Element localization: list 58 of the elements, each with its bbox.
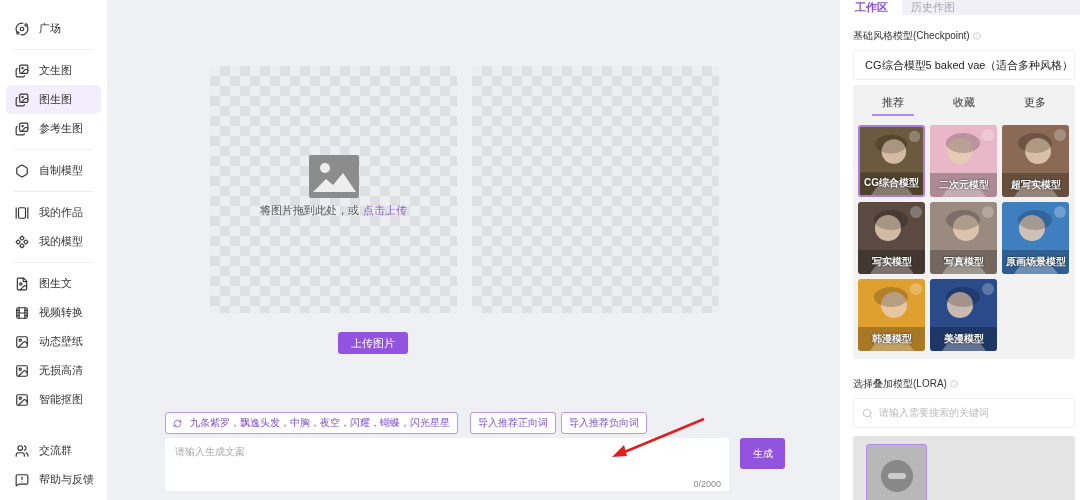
image-icon: [308, 155, 359, 198]
search-icon: [862, 407, 873, 419]
sidebar-item[interactable]: 图生图: [6, 85, 101, 114]
model-card[interactable]: 写真模型: [930, 202, 997, 274]
sidebar-item[interactable]: 自制模型: [6, 156, 101, 185]
upload-dropzone[interactable]: 将图片拖到此处，或 点击上传: [210, 66, 457, 313]
char-counter: 0/2000: [693, 479, 721, 489]
sidebar-item[interactable]: 无损高清: [6, 356, 101, 385]
model-card[interactable]: 原画场景模型: [1002, 202, 1069, 274]
upload-link[interactable]: 点击上传: [362, 204, 407, 216]
model-card[interactable]: 韩漫模型: [858, 279, 925, 351]
minus-circle-icon: [880, 460, 913, 492]
refresh-icon: [173, 418, 182, 428]
sidebar-item[interactable]: 广场: [6, 14, 101, 43]
model-card[interactable]: CG综合模型: [858, 125, 925, 197]
model-tab[interactable]: 推荐: [872, 91, 915, 116]
import-button[interactable]: 导入推荐正向词: [470, 412, 556, 434]
model-card[interactable]: 写实模型: [858, 202, 925, 274]
sidebar-item[interactable]: 视频转换: [6, 298, 101, 327]
sidebar-item[interactable]: 文生图: [6, 56, 101, 85]
planet-icon: [15, 21, 29, 36]
users-icon: [15, 443, 29, 458]
sidebar-item[interactable]: 智能抠图: [6, 385, 101, 414]
upload-button[interactable]: 上传图片: [337, 332, 408, 354]
feedback-icon: [15, 472, 29, 487]
image-file-icon: [15, 276, 29, 291]
image-icon: [15, 363, 29, 378]
model-card[interactable]: 美漫模型: [930, 279, 997, 351]
lora-card[interactable]: [866, 444, 927, 500]
images-icon: [15, 63, 29, 78]
model-tab[interactable]: 收藏: [943, 91, 985, 116]
panel-tab[interactable]: 工作区: [840, 0, 902, 15]
info-icon: [949, 380, 958, 388]
sidebar-item[interactable]: 帮助与反馈: [6, 465, 101, 494]
sidebar-item[interactable]: 图生文: [6, 269, 101, 298]
suggestion-chip[interactable]: 九条紫罗，飘逸头发，中胸，夜空，闪耀，蝴蝶，闪光星星: [165, 412, 458, 434]
circles-icon: [15, 234, 29, 249]
model-tab[interactable]: 更多: [1013, 91, 1056, 116]
sidebar-item[interactable]: 我的模型: [6, 227, 101, 256]
model-card[interactable]: 超写实模型: [1002, 125, 1069, 197]
sidebar-item[interactable]: 交流群: [6, 436, 101, 465]
hexagon-icon: [15, 163, 29, 178]
field-label: 选择叠加模型(LORA): [853, 377, 947, 391]
info-icon: [972, 32, 981, 40]
images-icon: [15, 92, 29, 107]
generate-button[interactable]: 生成: [740, 438, 785, 469]
gallery-icon: [15, 205, 29, 220]
film-icon: [15, 305, 29, 320]
image-icon: [15, 392, 29, 407]
sidebar-item[interactable]: 动态壁纸: [6, 327, 101, 356]
sidebar-item[interactable]: 我的作品: [6, 198, 101, 227]
sidebar-item[interactable]: 参考生图: [6, 114, 101, 143]
images-icon: [15, 121, 29, 136]
checkpoint-select[interactable]: CG综合模型5 baked vae（适合多种风格）: [853, 50, 1075, 80]
upload-hint: 将图片拖到此处，或 点击上传: [259, 204, 408, 216]
import-button[interactable]: 导入推荐负向词: [561, 412, 647, 434]
field-label: 基础风格模型(Checkpoint): [853, 29, 970, 43]
image-icon: [15, 334, 29, 349]
